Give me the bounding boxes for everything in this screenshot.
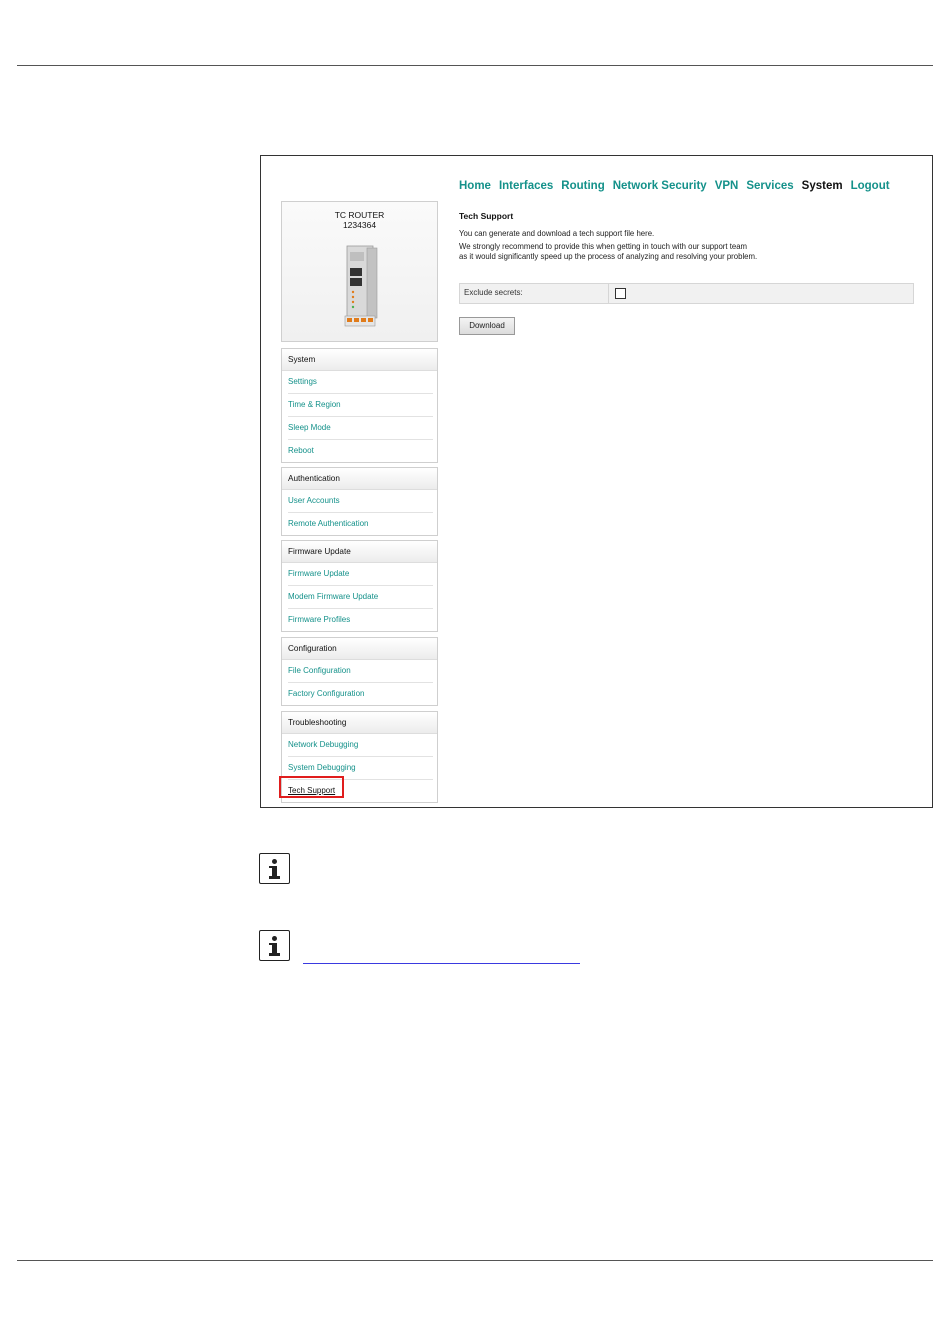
sidebar-item-time-region[interactable]: Time & Region — [288, 394, 433, 417]
screenshot-frame: Home Interfaces Routing Network Security VPN… — [260, 155, 933, 808]
tech-support-content: Tech Support You can generate and downlo… — [459, 211, 915, 262]
device-panel: TC ROUTER 1234364 — [281, 201, 438, 342]
sidebar-item-settings[interactable]: Settings — [288, 371, 433, 394]
sidebar-authentication: Authentication User Accounts Remote Auth… — [281, 467, 438, 536]
download-button[interactable]: Download — [459, 317, 515, 335]
sidebar-item-firmware-update[interactable]: Firmware Update — [288, 563, 433, 586]
row-divider — [608, 284, 609, 303]
recommend-text-line1: We strongly recommend to provide this wh… — [459, 242, 748, 251]
nav-logout[interactable]: Logout — [851, 180, 890, 192]
sidebar-item-remote-authentication[interactable]: Remote Authentication — [288, 513, 433, 535]
top-rule — [17, 65, 933, 66]
sidebar-troubleshooting-header: Troubleshooting — [282, 712, 437, 734]
sidebar-system: System Settings Time & Region Sleep Mode… — [281, 348, 438, 463]
page-title: Tech Support — [459, 211, 514, 221]
sidebar-item-modem-firmware-update[interactable]: Modem Firmware Update — [288, 586, 433, 609]
exclude-secrets-label: Exclude secrets: — [464, 288, 523, 297]
recommend-text-line2: as it would significantly speed up the p… — [459, 252, 758, 261]
sidebar-firmware: Firmware Update Firmware Update Modem Fi… — [281, 540, 438, 632]
sidebar-firmware-header: Firmware Update — [282, 541, 437, 563]
intro-text: You can generate and download a tech sup… — [459, 229, 655, 238]
sidebar-authentication-header: Authentication — [282, 468, 437, 490]
exclude-secrets-checkbox[interactable] — [615, 288, 626, 299]
nav-services[interactable]: Services — [746, 180, 793, 192]
sidebar-item-file-configuration[interactable]: File Configuration — [288, 660, 433, 683]
sidebar-item-sleep-mode[interactable]: Sleep Mode — [288, 417, 433, 440]
tech-support-highlight — [279, 776, 344, 798]
web-link-underline[interactable] — [303, 963, 580, 964]
nav-interfaces[interactable]: Interfaces — [499, 180, 553, 192]
nav-home[interactable]: Home — [459, 180, 491, 192]
sidebar-item-reboot[interactable]: Reboot — [288, 440, 433, 462]
nav-vpn[interactable]: VPN — [715, 180, 739, 192]
sidebar-configuration: Configuration File Configuration Factory… — [281, 637, 438, 706]
sidebar-item-user-accounts[interactable]: User Accounts — [288, 490, 433, 513]
sidebar-item-firmware-profiles[interactable]: Firmware Profiles — [288, 609, 433, 631]
router-image — [344, 245, 378, 327]
bottom-rule — [17, 1260, 933, 1261]
nav-system[interactable]: System — [802, 180, 843, 192]
info-icon — [259, 853, 290, 884]
nav-network-security[interactable]: Network Security — [613, 180, 707, 192]
sidebar-configuration-header: Configuration — [282, 638, 437, 660]
exclude-secrets-row: Exclude secrets: — [459, 283, 914, 304]
sidebar-item-network-debugging[interactable]: Network Debugging — [288, 734, 433, 757]
device-serial: 1234364 — [342, 220, 377, 230]
sidebar-item-factory-configuration[interactable]: Factory Configuration — [288, 683, 433, 705]
device-name: TC ROUTER — [334, 210, 385, 220]
nav-routing[interactable]: Routing — [561, 180, 604, 192]
info-icon — [259, 930, 290, 961]
sidebar-system-header: System — [282, 349, 437, 371]
main-nav: Home Interfaces Routing Network Security VPN… — [459, 180, 898, 192]
